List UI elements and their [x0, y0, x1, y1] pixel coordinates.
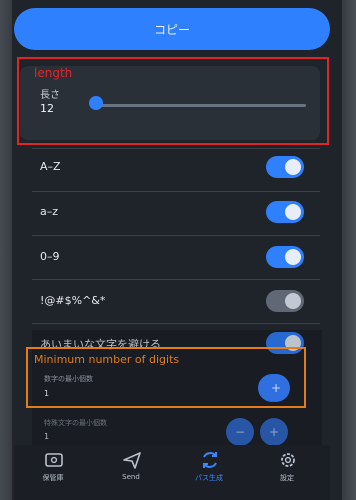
generator-icon — [203, 452, 217, 468]
nav-send-label: Send — [122, 473, 140, 481]
min-digits-increment-button[interactable]: + — [262, 374, 290, 402]
nav-generator[interactable]: パス生成 — [174, 445, 244, 500]
length-annotation-text: length — [34, 66, 73, 80]
toggle-knob — [285, 204, 301, 220]
option-special-label: !@#$%^&* — [40, 294, 106, 307]
nav-vault[interactable]: 保管庫 — [18, 445, 88, 500]
min-digits-value: 1 — [44, 389, 50, 398]
copy-button-label: コピー — [153, 22, 190, 37]
option-numbers: 0–9 — [40, 240, 310, 280]
nav-settings-label: 設定 — [280, 474, 294, 482]
vault-icon — [45, 453, 63, 467]
option-lowercase-toggle[interactable] — [266, 201, 304, 223]
length-label: 長さ — [40, 90, 60, 101]
toggle-knob — [285, 293, 301, 309]
gear-icon — [281, 453, 295, 467]
min-special-decrement-button[interactable]: − — [226, 418, 254, 446]
length-slider[interactable] — [90, 104, 306, 107]
option-lowercase-label: a–z — [40, 205, 59, 218]
nav-vault-label: 保管庫 — [42, 474, 64, 482]
option-special: !@#$%^&* — [40, 284, 310, 324]
divider — [32, 191, 320, 192]
divider — [32, 235, 320, 236]
option-uppercase-toggle[interactable] — [266, 156, 304, 178]
divider — [32, 323, 320, 324]
copy-button[interactable]: コピー — [14, 8, 330, 50]
option-uppercase-label: A–Z — [40, 160, 61, 173]
nav-settings[interactable]: 設定 — [252, 445, 322, 500]
minus-icon: − — [234, 425, 246, 439]
nav-generator-label: パス生成 — [195, 474, 223, 482]
nav-send[interactable]: Send — [96, 445, 166, 500]
toggle-knob — [285, 249, 301, 265]
divider — [32, 148, 320, 149]
min-special-increment-button[interactable]: + — [260, 418, 288, 446]
option-uppercase: A–Z — [40, 150, 310, 190]
min-digits-annotation-text: Minimum number of digits — [34, 353, 180, 366]
length-value: 12 — [40, 102, 54, 115]
option-lowercase: a–z — [40, 195, 310, 235]
send-icon — [123, 452, 141, 469]
option-numbers-toggle[interactable] — [266, 246, 304, 268]
toggle-knob — [285, 159, 301, 175]
plus-icon: + — [270, 381, 282, 395]
min-special-value: 1 — [44, 432, 50, 441]
option-numbers-label: 0–9 — [40, 250, 60, 263]
min-digits-label: 数字の最小個数 — [44, 375, 93, 383]
divider — [32, 279, 320, 280]
plus-icon: + — [268, 425, 280, 439]
device: コピー length 長さ 12 A–Z a–z 0–9 !@#$%^&* あい… — [0, 0, 356, 500]
bottom-nav: 保管庫 Send パス生成 設定 — [14, 445, 330, 500]
option-special-toggle[interactable] — [266, 290, 304, 312]
min-special-label: 特殊文字の最小個数 — [44, 419, 107, 427]
